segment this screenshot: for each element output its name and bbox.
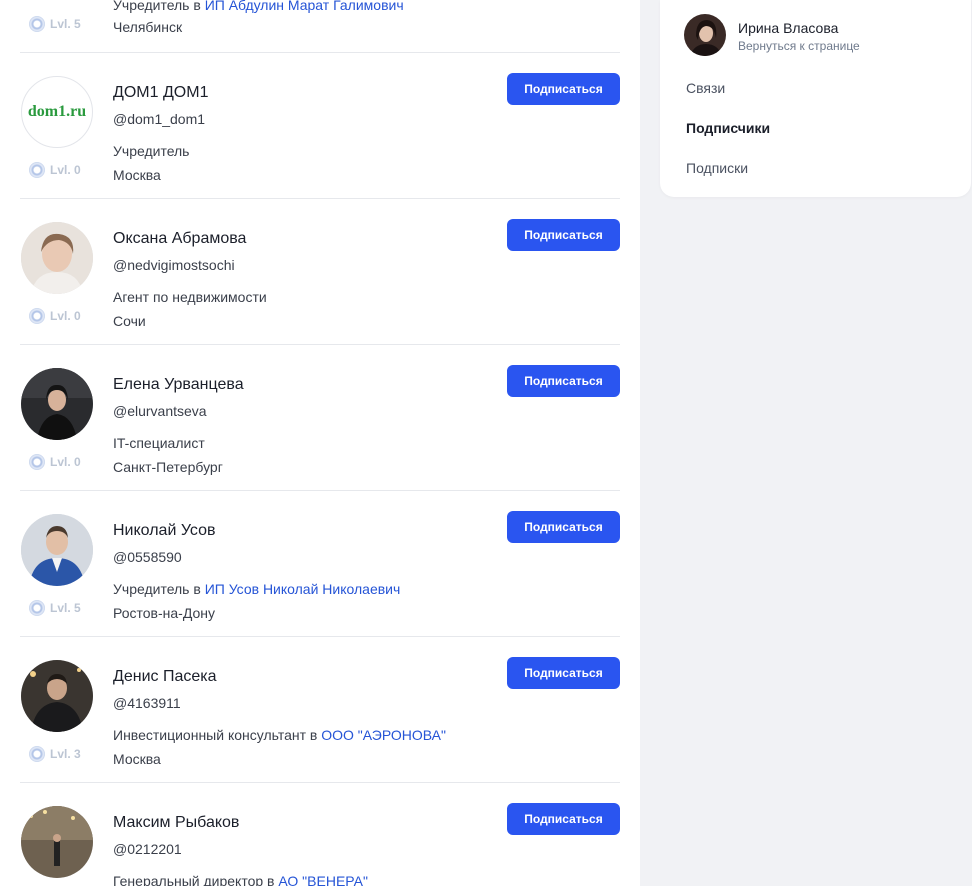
user-name[interactable]: Елена Урванцева bbox=[113, 376, 244, 394]
list-item: dom1.ru Lvl. 0 ДОМ1 ДОМ1 @dom1_dom1 Учре… bbox=[20, 52, 620, 199]
avatar-photo bbox=[21, 660, 93, 732]
user-city: Москва bbox=[113, 751, 161, 767]
user-city: Челябинск bbox=[113, 19, 183, 35]
profile-nav-card: Ирина Власова Вернуться к странице Связи… bbox=[660, 0, 971, 197]
company-link[interactable]: АО "ВЕНЕРА" bbox=[278, 873, 368, 886]
subscribe-button[interactable]: Подписаться bbox=[507, 365, 620, 397]
user-handle: @dom1_dom1 bbox=[113, 111, 206, 127]
user-name[interactable]: Максим Рыбаков bbox=[113, 814, 239, 832]
user-job: Учредитель bbox=[113, 143, 190, 159]
nav-subscribers[interactable]: Подписчики bbox=[686, 120, 770, 136]
level-badge: Lvl. 3 bbox=[29, 746, 81, 762]
list-item: Lvl. 0 Елена Урванцева @elurvantseva IT-… bbox=[20, 344, 620, 491]
user-city: Сочи bbox=[113, 313, 146, 329]
level-badge: Lvl. 5 bbox=[29, 600, 81, 616]
user-name[interactable]: Денис Пасека bbox=[113, 668, 217, 686]
avatar-photo bbox=[684, 14, 726, 56]
avatar-photo bbox=[21, 368, 93, 440]
user-job: Учредитель в ИП Абдулин Марат Галимович bbox=[113, 0, 404, 13]
user-handle: @0558590 bbox=[113, 549, 182, 565]
avatar-photo bbox=[21, 806, 93, 878]
company-link[interactable]: ИП Абдулин Марат Галимович bbox=[205, 0, 404, 13]
user-handle: @nedvigimostsochi bbox=[113, 257, 235, 273]
avatar[interactable] bbox=[21, 514, 93, 586]
user-job: IT-специалист bbox=[113, 435, 205, 451]
list-item: Lvl. 5 Николай Усов @0558590 Учредитель … bbox=[20, 490, 620, 637]
list-item: Lvl. 3 Денис Пасека @4163911 Инвестицион… bbox=[20, 636, 620, 783]
user-job: Учредитель в ИП Усов Николай Николаевич bbox=[113, 581, 401, 597]
profile-name[interactable]: Ирина Власова bbox=[738, 20, 838, 36]
avatar-photo bbox=[21, 514, 93, 586]
level-badge: Lvl. 0 bbox=[29, 162, 81, 178]
nav-connections[interactable]: Связи bbox=[686, 80, 725, 96]
avatar[interactable] bbox=[21, 368, 93, 440]
subscribers-list: Учредитель в ИП Абдулин Марат Галимович … bbox=[0, 0, 640, 886]
level-icon bbox=[29, 16, 45, 32]
user-name[interactable]: Оксана Абрамова bbox=[113, 230, 246, 248]
user-job: Инвестиционный консультант в ООО "АЭРОНО… bbox=[113, 727, 446, 743]
company-link[interactable]: ИП Усов Николай Николаевич bbox=[205, 581, 401, 597]
nav-subscriptions[interactable]: Подписки bbox=[686, 160, 748, 176]
level-badge: Lvl. 0 bbox=[29, 454, 81, 470]
level-badge: Lvl. 0 bbox=[29, 308, 81, 324]
user-handle: @0212201 bbox=[113, 841, 182, 857]
avatar[interactable] bbox=[21, 806, 93, 878]
user-job: Агент по недвижимости bbox=[113, 289, 267, 305]
level-icon bbox=[29, 746, 45, 762]
user-handle: @4163911 bbox=[113, 695, 181, 711]
avatar[interactable]: dom1.ru bbox=[21, 76, 93, 148]
avatar-photo bbox=[21, 222, 93, 294]
user-city: Москва bbox=[113, 167, 161, 183]
user-name[interactable]: Николай Усов bbox=[113, 522, 216, 540]
user-job: Генеральный директор в АО "ВЕНЕРА" bbox=[113, 873, 368, 886]
subscribe-button[interactable]: Подписаться bbox=[507, 219, 620, 251]
profile-avatar[interactable] bbox=[684, 14, 726, 56]
subscribe-button[interactable]: Подписаться bbox=[507, 803, 620, 835]
level-icon bbox=[29, 162, 45, 178]
avatar[interactable] bbox=[21, 222, 93, 294]
company-link[interactable]: ООО "АЭРОНОВА" bbox=[321, 727, 446, 743]
back-to-page-link[interactable]: Вернуться к странице bbox=[738, 39, 860, 53]
user-handle: @elurvantseva bbox=[113, 403, 207, 419]
level-icon bbox=[29, 600, 45, 616]
subscribe-button[interactable]: Подписаться bbox=[507, 73, 620, 105]
level-icon bbox=[29, 308, 45, 324]
user-city: Ростов-на-Дону bbox=[113, 605, 215, 621]
dom1-logo: dom1.ru bbox=[27, 103, 87, 120]
level-badge: Lvl. 5 bbox=[29, 16, 81, 32]
list-item: Учредитель в ИП Абдулин Марат Галимович … bbox=[20, 0, 620, 53]
user-name[interactable]: ДОМ1 ДОМ1 bbox=[113, 84, 208, 102]
subscribe-button[interactable]: Подписаться bbox=[507, 657, 620, 689]
list-item: Максим Рыбаков @0212201 Генеральный дире… bbox=[20, 782, 620, 886]
list-item: Lvl. 0 Оксана Абрамова @nedvigimostsochi… bbox=[20, 198, 620, 345]
user-city: Санкт-Петербург bbox=[113, 459, 223, 475]
avatar[interactable] bbox=[21, 660, 93, 732]
level-icon bbox=[29, 454, 45, 470]
subscribe-button[interactable]: Подписаться bbox=[507, 511, 620, 543]
